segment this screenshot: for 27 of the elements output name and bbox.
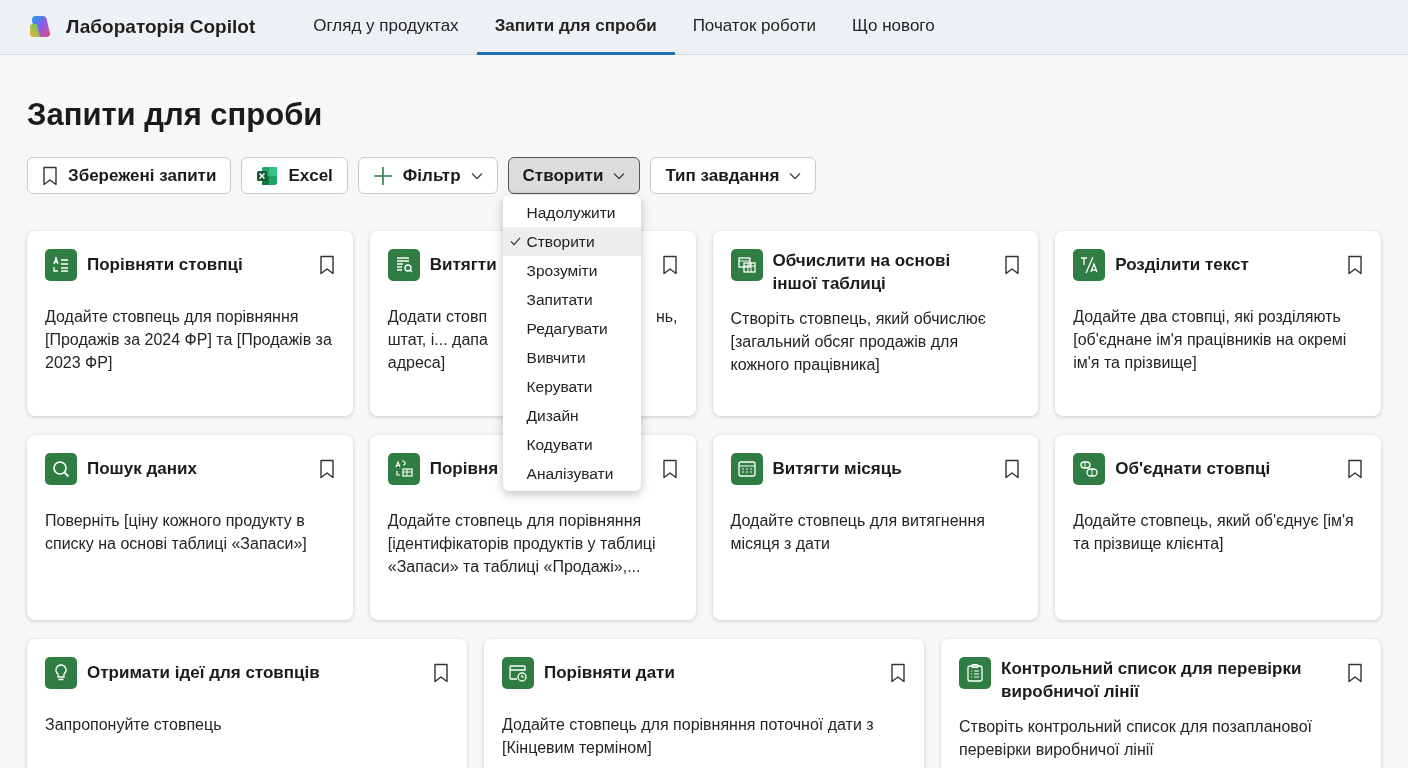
card-description: Додайте два стовпці, які розділяють [об'єднане ім'я працівників на окремі ім'я та прізвище] (1073, 307, 1348, 373)
card-title: Обчислити на основі іншої таблиці (772, 250, 952, 295)
card-description: Створіть стовпець, який обчислює [загальний обсяг продажів для кожного працівника] (730, 309, 987, 375)
card-title: Порівняти дати (544, 662, 675, 684)
card-description: Додайте стовпець для порівняння [Продажів за 2024 ФР] та [Продажів за 2023 ФР] (45, 307, 333, 373)
card-description: штат, і... дапа (387, 330, 488, 350)
page-title: Запити для спроби (26, 96, 324, 134)
card-title: Витягти (429, 254, 497, 276)
card-title: Пошук даних (87, 458, 197, 480)
card-description: адреса] (387, 353, 446, 373)
card-description: нь, (655, 307, 678, 327)
card-title: Витягти місяць (772, 458, 902, 480)
card-description: Додати стовп (387, 307, 488, 327)
card-title: Об'єднати стовпці (1115, 458, 1271, 480)
card-title: Порівня (429, 458, 499, 480)
card-description: Поверніть [ціну кожного продукту в списку на основі таблиці «Запаси»] (45, 511, 308, 554)
card-description: Додайте стовпець для порівняння поточної дати з [Кінцевим терміном] (502, 715, 875, 758)
card-description: Додайте стовпець для витягнення місяця з дати (730, 511, 986, 554)
card-title: Порівняти стовпці (87, 254, 243, 276)
card-description: Створіть контрольний список для позапланової перевірки виробничої лінії (959, 717, 1313, 760)
app-name: Лабораторія Copilot (66, 16, 256, 38)
card-description: Запропонуйте стовпець (45, 715, 223, 735)
card-title: Розділити текст (1115, 254, 1249, 276)
card-title: Контрольний список для перевірки виробничої лінії (1001, 658, 1303, 703)
card-title: Отримати ідеї для стовпців (87, 662, 320, 684)
card-description: Додайте стовпець, який об'єднує [ім'я та прізвище клієнта] (1073, 511, 1355, 554)
card-description: Додайте стовпець для порівняння [ідентифікаторів продуктів у таблиці «Запаси» та таблиці «Продажі»,... (387, 511, 657, 577)
